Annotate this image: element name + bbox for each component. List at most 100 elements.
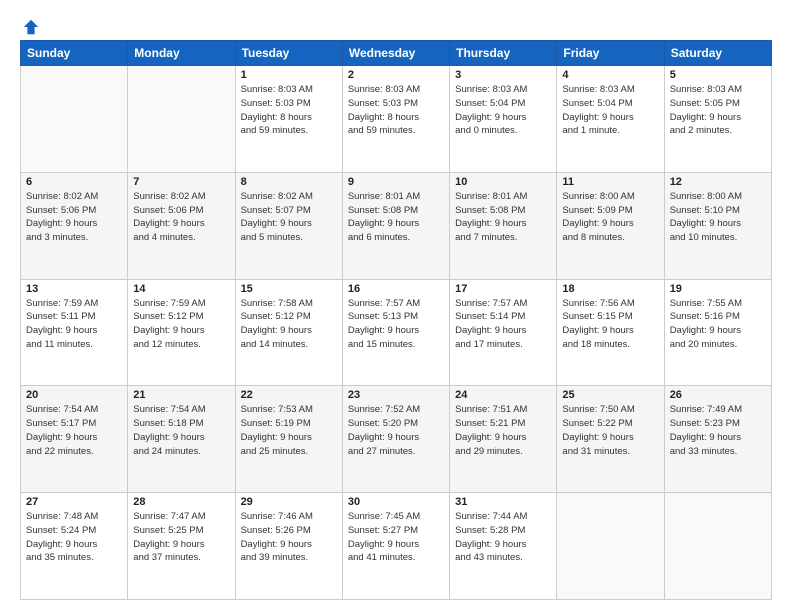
calendar-cell: 23 Sunrise: 7:52 AM Sunset: 5:20 PM Dayli… — [342, 386, 449, 493]
calendar-week-row: 1 Sunrise: 8:03 AM Sunset: 5:03 PM Daylig… — [21, 66, 772, 173]
calendar-cell: 31 Sunrise: 7:44 AM Sunset: 5:28 PM Dayli… — [450, 493, 557, 600]
cell-text: Sunrise: 7:58 AM Sunset: 5:12 PM Dayligh… — [241, 297, 337, 352]
day-number: 4 — [562, 69, 658, 81]
calendar-cell: 29 Sunrise: 7:46 AM Sunset: 5:26 PM Dayli… — [235, 493, 342, 600]
calendar-cell: 15 Sunrise: 7:58 AM Sunset: 5:12 PM Dayli… — [235, 279, 342, 386]
cell-text: Sunrise: 8:00 AM Sunset: 5:10 PM Dayligh… — [670, 190, 766, 245]
cell-text: Sunrise: 7:54 AM Sunset: 5:17 PM Dayligh… — [26, 403, 122, 458]
calendar-cell: 11 Sunrise: 8:00 AM Sunset: 5:09 PM Dayli… — [557, 172, 664, 279]
cell-text: Sunrise: 7:59 AM Sunset: 5:11 PM Dayligh… — [26, 297, 122, 352]
weekday-header: Friday — [557, 41, 664, 66]
day-number: 7 — [133, 176, 229, 188]
weekday-header: Wednesday — [342, 41, 449, 66]
cell-text: Sunrise: 7:46 AM Sunset: 5:26 PM Dayligh… — [241, 510, 337, 565]
day-number: 11 — [562, 176, 658, 188]
calendar-cell: 14 Sunrise: 7:59 AM Sunset: 5:12 PM Dayli… — [128, 279, 235, 386]
calendar-cell: 26 Sunrise: 7:49 AM Sunset: 5:23 PM Dayli… — [664, 386, 771, 493]
calendar-cell: 3 Sunrise: 8:03 AM Sunset: 5:04 PM Daylig… — [450, 66, 557, 173]
cell-text: Sunrise: 7:44 AM Sunset: 5:28 PM Dayligh… — [455, 510, 551, 565]
calendar-week-row: 27 Sunrise: 7:48 AM Sunset: 5:24 PM Dayli… — [21, 493, 772, 600]
cell-text: Sunrise: 8:01 AM Sunset: 5:08 PM Dayligh… — [455, 190, 551, 245]
calendar-cell: 24 Sunrise: 7:51 AM Sunset: 5:21 PM Dayli… — [450, 386, 557, 493]
cell-text: Sunrise: 7:57 AM Sunset: 5:14 PM Dayligh… — [455, 297, 551, 352]
calendar-cell: 27 Sunrise: 7:48 AM Sunset: 5:24 PM Dayli… — [21, 493, 128, 600]
calendar-cell: 10 Sunrise: 8:01 AM Sunset: 5:08 PM Dayli… — [450, 172, 557, 279]
cell-text: Sunrise: 7:47 AM Sunset: 5:25 PM Dayligh… — [133, 510, 229, 565]
calendar-header-row: SundayMondayTuesdayWednesdayThursdayFrid… — [21, 41, 772, 66]
calendar-cell: 22 Sunrise: 7:53 AM Sunset: 5:19 PM Dayli… — [235, 386, 342, 493]
calendar-week-row: 6 Sunrise: 8:02 AM Sunset: 5:06 PM Daylig… — [21, 172, 772, 279]
day-number: 2 — [348, 69, 444, 81]
cell-text: Sunrise: 7:50 AM Sunset: 5:22 PM Dayligh… — [562, 403, 658, 458]
calendar-cell: 1 Sunrise: 8:03 AM Sunset: 5:03 PM Daylig… — [235, 66, 342, 173]
cell-text: Sunrise: 7:55 AM Sunset: 5:16 PM Dayligh… — [670, 297, 766, 352]
calendar-cell: 6Sunrise: 8:02 AM Sunset: 5:06 PM Daylig… — [21, 172, 128, 279]
day-number: 12 — [670, 176, 766, 188]
day-number: 23 — [348, 389, 444, 401]
cell-text: Sunrise: 8:01 AM Sunset: 5:08 PM Dayligh… — [348, 190, 444, 245]
cell-text: Sunrise: 7:45 AM Sunset: 5:27 PM Dayligh… — [348, 510, 444, 565]
day-number: 31 — [455, 496, 551, 508]
cell-text: Sunrise: 7:51 AM Sunset: 5:21 PM Dayligh… — [455, 403, 551, 458]
cell-text: Sunrise: 8:03 AM Sunset: 5:04 PM Dayligh… — [562, 83, 658, 138]
cell-text: Sunrise: 7:49 AM Sunset: 5:23 PM Dayligh… — [670, 403, 766, 458]
weekday-header: Saturday — [664, 41, 771, 66]
cell-text: Sunrise: 7:59 AM Sunset: 5:12 PM Dayligh… — [133, 297, 229, 352]
cell-text: Sunrise: 7:52 AM Sunset: 5:20 PM Dayligh… — [348, 403, 444, 458]
day-number: 1 — [241, 69, 337, 81]
day-number: 9 — [348, 176, 444, 188]
calendar-cell: 2 Sunrise: 8:03 AM Sunset: 5:03 PM Daylig… — [342, 66, 449, 173]
header — [20, 18, 772, 32]
cell-text: Sunrise: 7:53 AM Sunset: 5:19 PM Dayligh… — [241, 403, 337, 458]
calendar-cell: 19 Sunrise: 7:55 AM Sunset: 5:16 PM Dayli… — [664, 279, 771, 386]
calendar-cell: 12 Sunrise: 8:00 AM Sunset: 5:10 PM Dayli… — [664, 172, 771, 279]
calendar-cell — [128, 66, 235, 173]
day-number: 28 — [133, 496, 229, 508]
cell-text: Sunrise: 7:54 AM Sunset: 5:18 PM Dayligh… — [133, 403, 229, 458]
weekday-header: Sunday — [21, 41, 128, 66]
cell-text: Sunrise: 7:56 AM Sunset: 5:15 PM Dayligh… — [562, 297, 658, 352]
day-number: 6 — [26, 176, 122, 188]
calendar-cell: 5Sunrise: 8:03 AM Sunset: 5:05 PM Daylig… — [664, 66, 771, 173]
day-number: 29 — [241, 496, 337, 508]
day-number: 18 — [562, 283, 658, 295]
calendar-week-row: 13Sunrise: 7:59 AM Sunset: 5:11 PM Dayli… — [21, 279, 772, 386]
day-number: 26 — [670, 389, 766, 401]
calendar-week-row: 20Sunrise: 7:54 AM Sunset: 5:17 PM Dayli… — [21, 386, 772, 493]
day-number: 3 — [455, 69, 551, 81]
calendar-cell: 9 Sunrise: 8:01 AM Sunset: 5:08 PM Daylig… — [342, 172, 449, 279]
logo-icon — [22, 18, 40, 36]
cell-text: Sunrise: 8:03 AM Sunset: 5:04 PM Dayligh… — [455, 83, 551, 138]
cell-text: Sunrise: 8:03 AM Sunset: 5:03 PM Dayligh… — [241, 83, 337, 138]
day-number: 8 — [241, 176, 337, 188]
logo-text — [20, 18, 40, 36]
calendar-cell: 4 Sunrise: 8:03 AM Sunset: 5:04 PM Daylig… — [557, 66, 664, 173]
day-number: 24 — [455, 389, 551, 401]
day-number: 22 — [241, 389, 337, 401]
day-number: 21 — [133, 389, 229, 401]
day-number: 25 — [562, 389, 658, 401]
day-number: 19 — [670, 283, 766, 295]
day-number: 10 — [455, 176, 551, 188]
weekday-header: Thursday — [450, 41, 557, 66]
day-number: 27 — [26, 496, 122, 508]
cell-text: Sunrise: 8:03 AM Sunset: 5:03 PM Dayligh… — [348, 83, 444, 138]
calendar-cell — [21, 66, 128, 173]
calendar-cell: 21 Sunrise: 7:54 AM Sunset: 5:18 PM Dayli… — [128, 386, 235, 493]
cell-text: Sunrise: 8:00 AM Sunset: 5:09 PM Dayligh… — [562, 190, 658, 245]
day-number: 5 — [670, 69, 766, 81]
calendar-cell — [557, 493, 664, 600]
cell-text: Sunrise: 8:02 AM Sunset: 5:06 PM Dayligh… — [133, 190, 229, 245]
calendar-cell: 7 Sunrise: 8:02 AM Sunset: 5:06 PM Daylig… — [128, 172, 235, 279]
calendar-cell: 28 Sunrise: 7:47 AM Sunset: 5:25 PM Dayli… — [128, 493, 235, 600]
calendar-table: SundayMondayTuesdayWednesdayThursdayFrid… — [20, 40, 772, 600]
logo — [20, 18, 40, 32]
cell-text: Sunrise: 7:48 AM Sunset: 5:24 PM Dayligh… — [26, 510, 122, 565]
day-number: 14 — [133, 283, 229, 295]
page: SundayMondayTuesdayWednesdayThursdayFrid… — [0, 0, 792, 612]
day-number: 15 — [241, 283, 337, 295]
weekday-header: Monday — [128, 41, 235, 66]
weekday-header: Tuesday — [235, 41, 342, 66]
day-number: 17 — [455, 283, 551, 295]
day-number: 30 — [348, 496, 444, 508]
